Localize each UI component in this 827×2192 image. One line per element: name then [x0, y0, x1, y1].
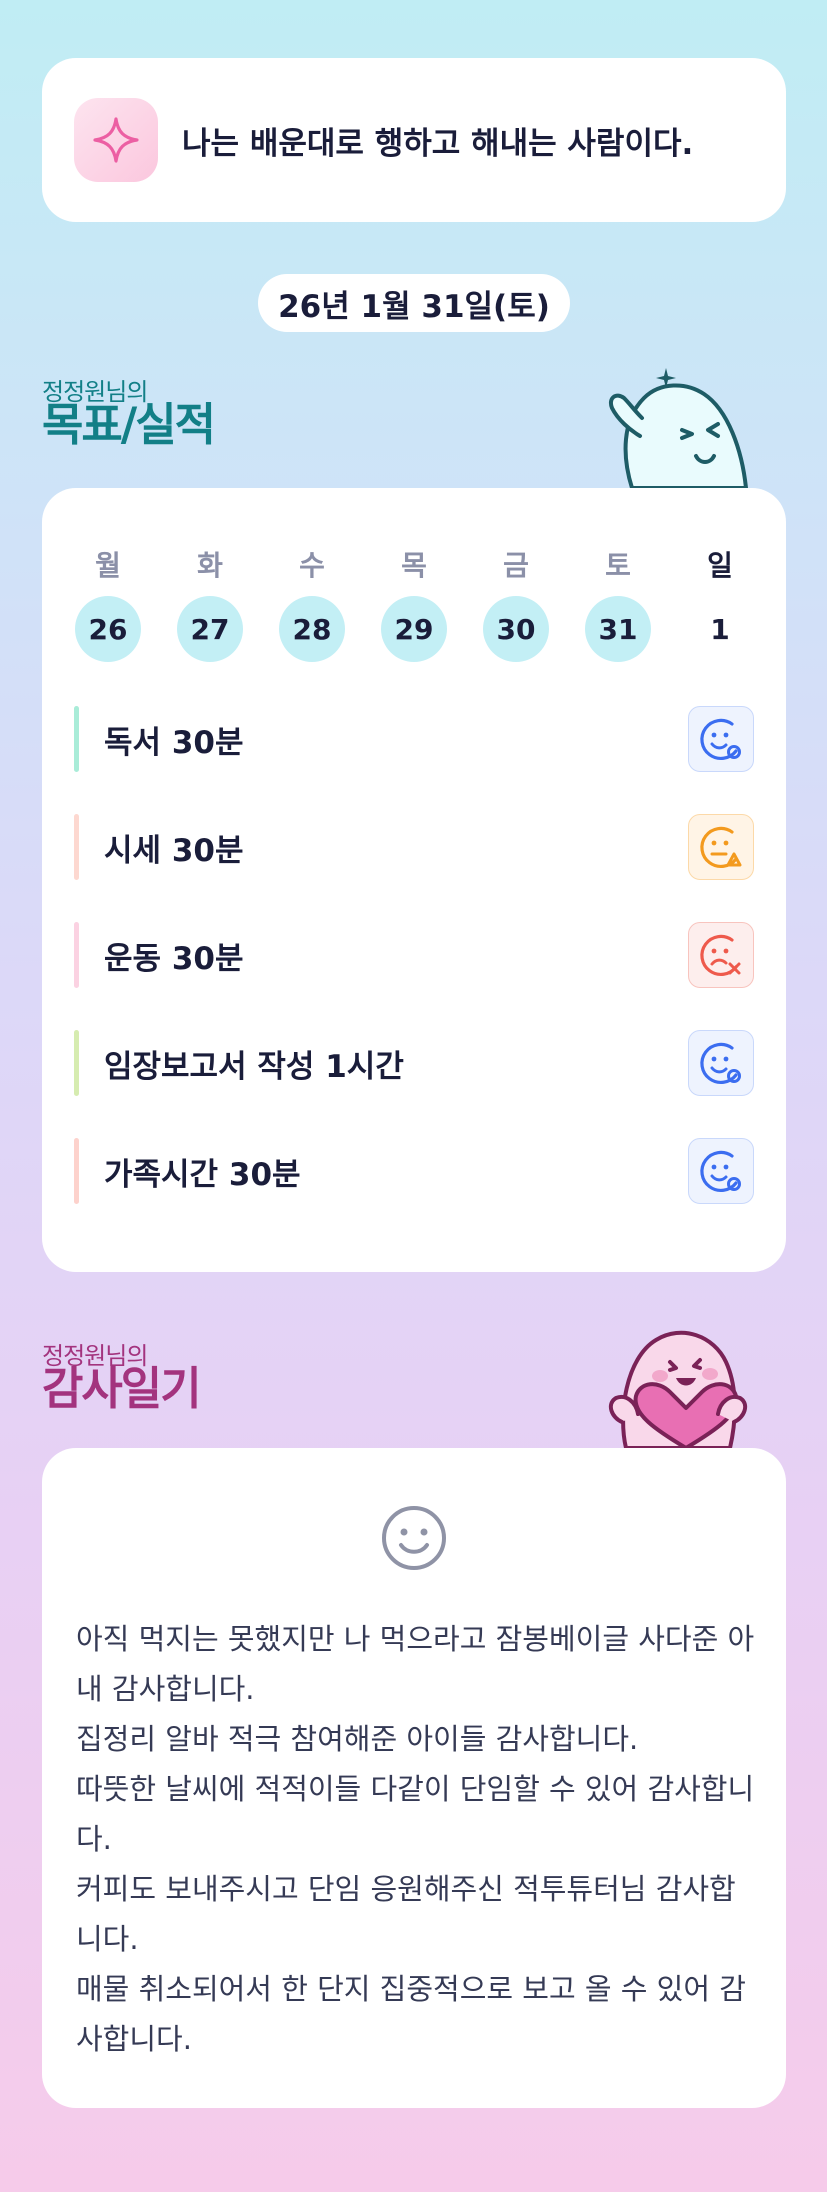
- smile-triangle-icon[interactable]: [688, 814, 754, 880]
- goal-color-bar: [74, 706, 79, 772]
- gratitude-section-title: 감사일기: [42, 1362, 202, 1415]
- weekday-label: 금: [503, 549, 529, 582]
- smiley-icon: [380, 1504, 448, 1576]
- date-cell[interactable]: 29: [381, 596, 447, 662]
- weekday-label: 토: [605, 549, 631, 582]
- date-cell[interactable]: 1: [687, 596, 753, 662]
- mascot-heart-illustration: [596, 1318, 758, 1454]
- date-cell[interactable]: 31: [585, 596, 651, 662]
- weekday-label: 월: [95, 549, 121, 582]
- gratitude-line: 커피도 보내주시고 단임 응원해주신 적투튜터님 감사합니다.: [76, 1872, 736, 1956]
- smile-circle-icon[interactable]: [688, 706, 754, 772]
- date-label: 26년 1월 31일(토): [258, 274, 570, 332]
- date-cell[interactable]: 26: [75, 596, 141, 662]
- goal-row[interactable]: 임장보고서 작성 1시간: [74, 1030, 754, 1096]
- weekly-goals-card: 월 화 수 목 금 토 일 26 27 28 29 30 31 1 독서 30분…: [42, 488, 786, 1272]
- goal-label: 가족시간 30분: [104, 1156, 301, 1193]
- gratitude-line: 집정리 알바 적극 참여해준 아이들 감사합니다.: [76, 1722, 639, 1756]
- weekday-label: 일: [707, 549, 733, 582]
- gratitude-diary-card: 아직 먹지는 못했지만 나 먹으라고 잠봉베이글 사다준 아내 감사합니다. 집…: [42, 1448, 786, 2108]
- goal-label: 임장보고서 작성 1시간: [104, 1048, 404, 1085]
- goal-label: 독서 30분: [104, 724, 244, 761]
- weekday-label: 수: [299, 549, 325, 582]
- sparkle-icon: [74, 98, 158, 182]
- goal-color-bar: [74, 1138, 79, 1204]
- gratitude-text: 아직 먹지는 못했지만 나 먹으라고 잠봉베이글 사다준 아내 감사합니다. 집…: [76, 1614, 756, 2064]
- date-cell[interactable]: 30: [483, 596, 549, 662]
- smile-circle-icon[interactable]: [688, 1030, 754, 1096]
- goal-label: 시세 30분: [104, 832, 244, 869]
- gratitude-line: 매물 취소되어서 한 단지 집중적으로 보고 올 수 있어 감사합니다.: [76, 1972, 746, 2056]
- goal-color-bar: [74, 814, 79, 880]
- motto-text: 나는 배운대로 행하고 해내는 사람이다.: [182, 125, 694, 162]
- weekday-label: 목: [401, 549, 427, 582]
- goal-label: 운동 30분: [104, 940, 244, 977]
- smile-circle-icon[interactable]: [688, 1138, 754, 1204]
- goal-row[interactable]: 가족시간 30분: [74, 1138, 754, 1204]
- gratitude-line: 따뜻한 날씨에 적적이들 다같이 단임할 수 있어 감사합니다.: [76, 1772, 755, 1856]
- goal-row[interactable]: 운동 30분: [74, 922, 754, 988]
- weekday-label: 화: [197, 549, 223, 582]
- goal-row[interactable]: 시세 30분: [74, 814, 754, 880]
- goal-color-bar: [74, 1030, 79, 1096]
- smile-x-icon[interactable]: [688, 922, 754, 988]
- date-cell[interactable]: 27: [177, 596, 243, 662]
- goals-section-title: 목표/실적: [42, 398, 216, 451]
- goal-color-bar: [74, 922, 79, 988]
- gratitude-line: 아직 먹지는 못했지만 나 먹으라고 잠봉베이글 사다준 아내 감사합니다.: [76, 1622, 755, 1706]
- date-cell[interactable]: 28: [279, 596, 345, 662]
- goal-row[interactable]: 독서 30분: [74, 706, 754, 772]
- mascot-cheer-illustration: [600, 364, 760, 496]
- motto-card: 나는 배운대로 행하고 해내는 사람이다.: [42, 58, 786, 222]
